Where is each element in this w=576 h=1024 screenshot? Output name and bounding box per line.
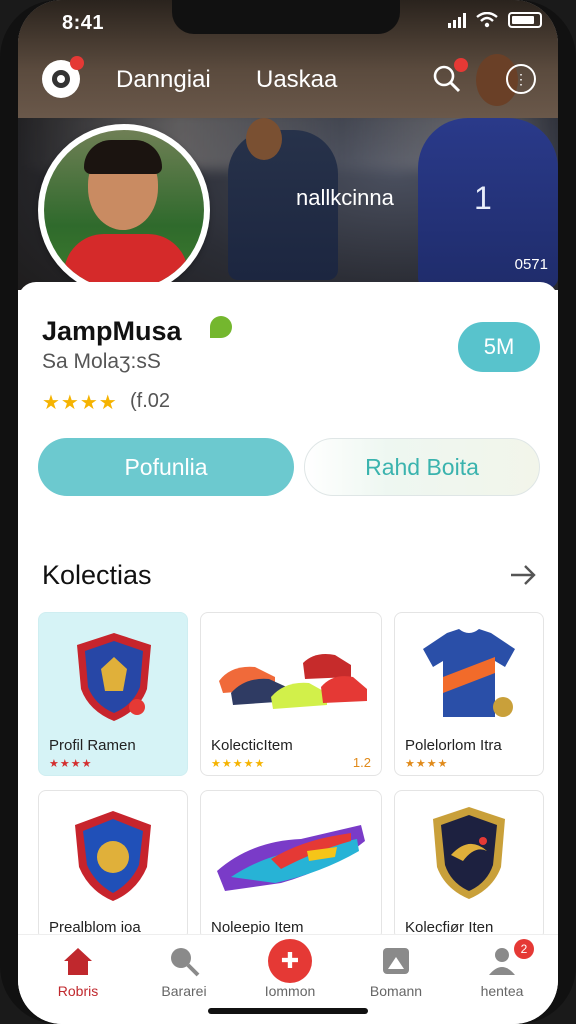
shield-icon	[433, 807, 505, 899]
tab-label: hentea	[480, 983, 524, 999]
search-button[interactable]	[432, 58, 468, 98]
banner-player-name: nallkcinna	[296, 185, 394, 210]
collection-card[interactable]: KolecticItem ★★★★★ 1.2	[200, 612, 382, 776]
search-badge	[454, 58, 468, 72]
profile-subtitle: Sa Molaʒ:sS	[42, 350, 161, 373]
nav-link-uaskaa[interactable]: Uaskaa	[256, 66, 337, 94]
boots-icon	[219, 654, 367, 709]
notch	[172, 0, 400, 34]
collection-card-label: KolecticItem	[211, 737, 293, 754]
jersey-number: 1	[474, 180, 492, 216]
collection-card-label: Polelorlom Itra	[405, 737, 502, 754]
avatar[interactable]	[38, 124, 210, 296]
collection-card[interactable]: Noleepio Item	[200, 790, 382, 940]
add-icon: ✚	[268, 939, 312, 983]
arrow-right-icon[interactable]	[508, 560, 538, 590]
collection-card-meta: 1.2	[352, 755, 371, 770]
tab-label: Iommon	[264, 983, 316, 999]
profile-badge: 2	[514, 939, 534, 959]
ball-icon	[52, 70, 70, 88]
tab-profile[interactable]: 2 hentea	[448, 935, 556, 1005]
collection-card[interactable]: Profil Ramen ★★★★	[38, 612, 188, 776]
banner-count: 0571	[514, 256, 548, 273]
banner-player-left-head	[246, 118, 282, 160]
collection-card[interactable]: Prealblom ioa	[38, 790, 188, 940]
tab-label: Bomann	[369, 983, 423, 999]
app-screen: 1 nallkcinna 0571 8:41 Danngiai Uaskaa ⋮…	[18, 0, 558, 1024]
collection-icon	[383, 948, 409, 974]
collection-card[interactable]: Polelorlom Itra ★★★★	[394, 612, 544, 776]
collection-card-stars: ★★★★★	[211, 758, 266, 770]
tab-collection[interactable]: Bomann	[342, 935, 450, 1005]
tab-search[interactable]: Bararei	[130, 935, 238, 1005]
wifi-icon	[476, 12, 498, 28]
jersey-icon	[423, 629, 515, 717]
home-indicator	[208, 1008, 368, 1014]
crest-icon	[77, 633, 151, 721]
status-icons	[448, 12, 542, 28]
menu-icon: ⋮	[514, 70, 528, 87]
secondary-action-button[interactable]: Rahd Boita	[304, 438, 540, 496]
status-time: 8:41	[62, 12, 105, 34]
home-icon	[64, 948, 92, 975]
phone-frame: 1 nallkcinna 0571 8:41 Danngiai Uaskaa ⋮…	[0, 0, 576, 1024]
collection-card-stars: ★★★★	[49, 758, 93, 770]
profile-name: JampMusa	[42, 316, 182, 346]
top-nav: Danngiai Uaskaa ⋮	[18, 56, 558, 104]
tab-label: Bararei	[161, 983, 207, 999]
tab-home[interactable]: Robris	[24, 935, 132, 1005]
section-title: Kolectias	[42, 560, 152, 590]
crest-icon	[75, 811, 151, 901]
search-icon	[171, 948, 200, 977]
primary-action-button[interactable]: Pofunlia	[38, 438, 294, 496]
rating-value: (f.02	[130, 390, 171, 412]
boots-icon	[217, 825, 365, 891]
avatar-photo	[44, 130, 204, 290]
menu-button[interactable]: ⋮	[506, 64, 536, 94]
nav-link-danngiai[interactable]: Danngiai	[116, 66, 211, 94]
notification-dot	[70, 56, 84, 70]
collection-card-stars: ★★★★	[405, 758, 449, 770]
avatar-hair	[84, 140, 162, 174]
collection-card[interactable]: Kolecfiør Iten	[394, 790, 544, 940]
collection-card-label: Profil Ramen	[49, 737, 136, 754]
battery-icon	[508, 12, 542, 28]
verified-leaf-icon	[210, 316, 232, 338]
rating-stars: ★★★★	[42, 392, 118, 414]
tab-add[interactable]: ✚ Iommon	[236, 935, 344, 1005]
app-logo-icon[interactable]	[42, 56, 84, 98]
tab-label: Robris	[57, 983, 99, 999]
followers-badge[interactable]: 5M	[458, 322, 540, 372]
signal-icon	[448, 12, 466, 28]
profile-card: JampMusa Sa Molaʒ:sS ★★★★ (f.02 5M Pofun…	[18, 282, 558, 982]
